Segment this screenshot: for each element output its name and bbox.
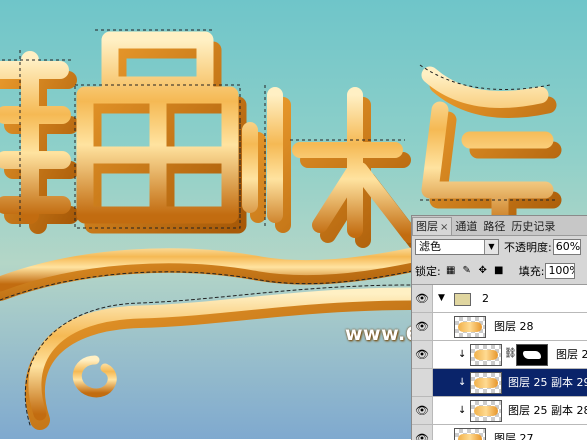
- fill-input[interactable]: 100%: [545, 263, 576, 279]
- eye-icon[interactable]: 👁: [412, 285, 433, 312]
- fill-label: 填充:: [518, 265, 545, 278]
- layer-name: 图层 28: [494, 320, 534, 333]
- opacity-input[interactable]: 60%: [552, 238, 581, 255]
- expand-arrow-icon[interactable]: ▼: [438, 293, 445, 303]
- layer-name: 2: [482, 292, 489, 305]
- layers-panel: 图层 × 通道 路径 历史记录 滤色 ▼ 不透明度: 60% 锁定: ▦ ✎ ✥ …: [411, 215, 587, 440]
- layer-row-selected[interactable]: ↓ 图层 25 副本 29: [412, 369, 587, 397]
- layer-row[interactable]: 👁 图层 27: [412, 425, 587, 440]
- layer-thumbnail: [470, 400, 502, 422]
- blend-row: 滤色 ▼ 不透明度: 60%: [415, 237, 587, 256]
- folder-icon: [454, 293, 471, 306]
- clip-arrow-icon: ↓: [458, 377, 467, 388]
- lock-transparent-icon[interactable]: ▦: [445, 265, 457, 277]
- layer-thumbnail: [470, 372, 502, 394]
- eye-icon[interactable]: [412, 369, 433, 396]
- lock-move-icon[interactable]: ✥: [477, 265, 489, 277]
- tab-history[interactable]: 历史记录: [508, 218, 558, 235]
- eye-icon[interactable]: 👁: [412, 341, 433, 368]
- layer-row[interactable]: 👁 ↓ ⛓ 图层 2: [412, 341, 587, 369]
- layer-row-group[interactable]: 👁 ▼ 2: [412, 285, 587, 313]
- clip-arrow-icon: ↓: [458, 349, 467, 360]
- layer-thumbnail: [454, 316, 486, 338]
- layer-thumbnail: [470, 344, 502, 366]
- blend-mode-select[interactable]: 滤色 ▼: [415, 238, 499, 255]
- lock-label: 锁定:: [415, 265, 441, 278]
- clip-arrow-icon: ↓: [458, 405, 467, 416]
- layer-row[interactable]: 👁 图层 28: [412, 313, 587, 341]
- tab-layers[interactable]: 图层 ×: [412, 217, 453, 235]
- close-icon[interactable]: ×: [440, 222, 448, 233]
- layer-name: 图层 25 副本 28: [508, 404, 587, 417]
- link-chain-icon[interactable]: ⛓: [504, 348, 517, 359]
- layer-row[interactable]: 👁 ↓ 图层 25 副本 28: [412, 397, 587, 425]
- tab-channels[interactable]: 通道: [452, 218, 480, 235]
- layers-list: 👁 ▼ 2 👁 图层 28 👁 ↓ ⛓ 图层 2 ↓ 图层 25 副本 29 👁…: [412, 284, 587, 440]
- layer-thumbnail: [454, 428, 486, 440]
- layer-name: 图层 2: [556, 348, 587, 361]
- chevron-down-icon[interactable]: ▼: [484, 239, 498, 254]
- eye-icon[interactable]: 👁: [412, 313, 433, 340]
- lock-brush-icon[interactable]: ✎: [461, 265, 473, 277]
- panel-tabs: 图层 × 通道 路径 历史记录: [412, 216, 587, 236]
- blend-mode-value: 滤色: [419, 239, 441, 253]
- eye-icon[interactable]: 👁: [412, 425, 433, 440]
- lock-row: 锁定: ▦ ✎ ✥ ■ 填充: 100%: [415, 262, 587, 280]
- lock-all-icon[interactable]: ■: [493, 265, 505, 277]
- opacity-label: 不透明度:: [504, 240, 552, 254]
- layer-name: 图层 27: [494, 432, 534, 440]
- tab-layers-label: 图层: [416, 220, 438, 233]
- layer-name: 图层 25 副本 29: [508, 376, 587, 389]
- tab-paths[interactable]: 路径: [480, 218, 508, 235]
- eye-icon[interactable]: 👁: [412, 397, 433, 424]
- layer-mask-thumbnail[interactable]: [516, 344, 548, 366]
